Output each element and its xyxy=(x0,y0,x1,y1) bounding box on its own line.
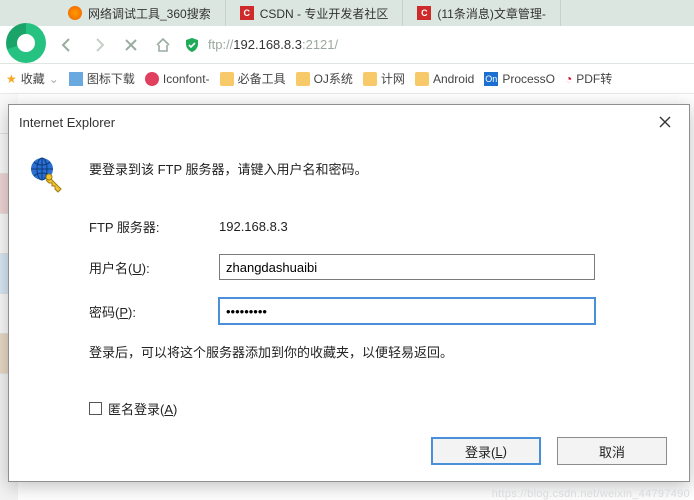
favicon-csdn: C xyxy=(417,6,431,20)
address-bar: ftp://192.168.8.3:2121/ xyxy=(0,26,694,64)
dialog-note: 登录后，可以将这个服务器添加到你的收藏夹，以便轻易返回。 xyxy=(89,342,661,361)
login-button[interactable]: 登录(L) xyxy=(431,437,541,465)
back-button[interactable] xyxy=(58,36,76,54)
ftp-login-dialog: Internet Explorer 要登录到该 FTP 服务器，请键入用户名和密… xyxy=(8,104,690,482)
iconfont-icon xyxy=(145,72,159,86)
server-value: 192.168.8.3 xyxy=(219,219,288,234)
server-label: FTP 服务器: xyxy=(89,217,219,236)
password-label: 密码(P): xyxy=(89,302,219,321)
close-icon xyxy=(659,116,671,128)
anonymous-label: 匿名登录(A) xyxy=(108,399,177,418)
bookmark-item[interactable]: 计网 xyxy=(363,70,405,87)
dialog-title: Internet Explorer xyxy=(19,115,115,130)
browser-logo-icon xyxy=(6,23,46,63)
bookmark-item[interactable]: 图标下载 xyxy=(69,70,135,87)
url-text: ftp://192.168.8.3:2121/ xyxy=(208,37,338,52)
folder-icon xyxy=(363,72,377,86)
tab-strip: 网络调试工具_360搜索 C CSDN - 专业开发者社区 C (11条消息)文… xyxy=(0,0,694,26)
bookmark-item[interactable]: Iconfont- xyxy=(145,72,210,86)
processon-icon: On xyxy=(484,72,498,86)
tab-title: 网络调试工具_360搜索 xyxy=(88,5,211,22)
password-input[interactable] xyxy=(219,298,595,324)
favicon-csdn: C xyxy=(240,6,254,20)
username-input[interactable] xyxy=(219,254,595,280)
cancel-button[interactable]: 取消 xyxy=(557,437,667,465)
tab-title: CSDN - 专业开发者社区 xyxy=(260,5,389,22)
tab-title: (11条消息)文章管理- xyxy=(437,5,545,22)
image-icon xyxy=(69,72,83,86)
forward-button[interactable] xyxy=(90,36,108,54)
close-button[interactable] xyxy=(651,110,679,134)
tab-0[interactable]: 网络调试工具_360搜索 xyxy=(54,0,226,26)
bookmark-item[interactable]: Android xyxy=(415,72,474,86)
anonymous-checkbox[interactable] xyxy=(89,402,102,415)
key-globe-icon xyxy=(27,155,67,195)
username-label: 用户名(U): xyxy=(89,258,219,277)
tab-1[interactable]: C CSDN - 专业开发者社区 xyxy=(226,0,404,26)
shield-icon xyxy=(184,37,200,53)
folder-icon xyxy=(220,72,234,86)
favicon-360 xyxy=(68,6,82,20)
home-button[interactable] xyxy=(154,36,172,54)
bookmark-item[interactable]: 必备工具 xyxy=(220,70,286,87)
bookmark-bar: ★收藏 ⌄ 图标下载 Iconfont- 必备工具 OJ系统 计网 Androi… xyxy=(0,64,694,94)
watermark: https://blog.csdn.net/weixin_44797490 xyxy=(492,488,690,500)
dialog-message: 要登录到该 FTP 服务器，请键入用户名和密码。 xyxy=(89,159,368,178)
url-box[interactable]: ftp://192.168.8.3:2121/ xyxy=(184,37,686,53)
pdf-icon: ◔ xyxy=(565,72,572,86)
bookmark-item[interactable]: ◔PDF转 xyxy=(565,70,612,87)
tab-2[interactable]: C (11条消息)文章管理- xyxy=(403,0,560,26)
star-icon: ★ xyxy=(6,72,17,86)
bookmark-item[interactable]: OnProcessO xyxy=(484,72,555,86)
folder-icon xyxy=(296,72,310,86)
bookmark-item[interactable]: OJ系统 xyxy=(296,70,353,87)
favorites-button[interactable]: ★收藏 ⌄ xyxy=(6,70,59,87)
folder-icon xyxy=(415,72,429,86)
stop-button[interactable] xyxy=(122,36,140,54)
